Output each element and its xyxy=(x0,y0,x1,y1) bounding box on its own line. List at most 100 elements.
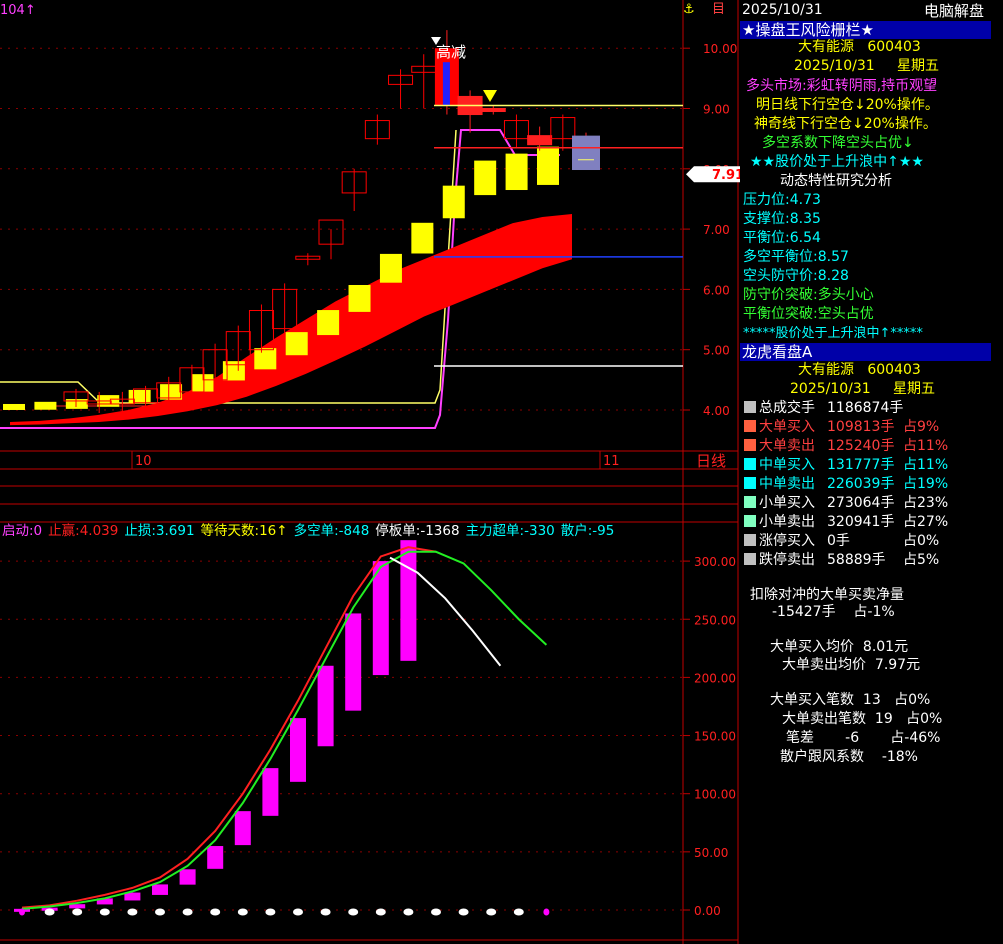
price-tick-label: 7.00 xyxy=(703,223,730,237)
indicator-tick-label: 50.00 xyxy=(694,846,728,860)
volume-pct: 占9% xyxy=(903,419,940,435)
indicator-dot xyxy=(210,908,221,916)
indicator-bar xyxy=(262,768,279,816)
volume-row: 总成交手 1186874手 xyxy=(740,399,990,418)
indicator-tick-label: 250.00 xyxy=(694,613,736,627)
indicator-dot xyxy=(72,908,83,916)
volume-value: 131777手 xyxy=(827,457,895,473)
legend-item: 主力超单:-330 xyxy=(466,523,555,539)
indicator-bar xyxy=(207,846,224,869)
legend-square-icon xyxy=(744,534,756,546)
indicator-dot xyxy=(265,908,276,916)
candle-inner xyxy=(442,62,450,106)
candle-body-current xyxy=(572,135,600,171)
volume-row: 小单卖出 320941手 占27% xyxy=(740,513,990,532)
indicator-bar xyxy=(152,884,168,895)
anchor-icon[interactable]: ⚓ xyxy=(683,2,695,17)
indicator-dot xyxy=(99,908,110,916)
stock-date: 2025/10/31 星期五 xyxy=(794,58,939,74)
trend-step xyxy=(348,284,371,312)
volume-label: 中单买入 xyxy=(759,457,815,473)
volume-row: 涨停买入 0手 占0% xyxy=(740,532,990,551)
volume-label: 总成交手 xyxy=(759,400,815,416)
volume-value: 0手 xyxy=(827,533,850,549)
balance-level: 平衡位:6.54 xyxy=(743,230,821,246)
indicator-tick-label: 100.00 xyxy=(694,788,736,802)
net-volume-value: -15427手 占-1% xyxy=(772,604,895,620)
indicator-chart[interactable]: 启动:0 止赢:4.039 止损:3.691 等待天数:16↑ 多空单:-848 停板单:… xyxy=(2,522,614,916)
indicator-bar xyxy=(317,665,334,747)
annotation-high-reduce: 高减 xyxy=(436,43,466,61)
risk-fence-header[interactable]: ★操盘王风险栅栏★ xyxy=(740,21,991,39)
volume-row: 小单买入 273064手 占23% xyxy=(740,494,990,513)
trend-step xyxy=(128,389,151,404)
volume-pct: 占19% xyxy=(903,476,949,492)
volume-label: 跌停卖出 xyxy=(759,552,815,568)
period-label[interactable]: 日线 xyxy=(696,452,726,470)
window-title: 电脑解盘 xyxy=(924,2,985,20)
long-short-balance: 多空平衡位:8.57 xyxy=(743,249,849,265)
indicator-dot xyxy=(127,908,138,916)
trend-step xyxy=(254,348,277,370)
indicator-bar xyxy=(400,540,417,661)
indicator-bar xyxy=(234,811,251,846)
legend-square-icon xyxy=(744,458,756,470)
legend-square-icon xyxy=(744,420,756,432)
legend-item: 散户:-95 xyxy=(561,522,615,539)
avg-sell-price: 大单卖出均价 7.97元 xyxy=(782,657,921,673)
volume-pct: 占23% xyxy=(903,495,949,511)
stock-code: 600403 xyxy=(867,39,921,55)
volume-row: 大单卖出 125240手 占11% xyxy=(740,437,990,456)
volume-label: 大单卖出 xyxy=(759,438,815,454)
yellow-triangle-marker xyxy=(483,90,497,102)
volume-label: 小单卖出 xyxy=(759,514,815,530)
wave-line: *****股价处于上升浪中↑***** xyxy=(743,326,923,341)
trend-step xyxy=(160,384,183,400)
trend-step xyxy=(379,253,402,283)
volume-row: 跌停卖出 58889手 占5% xyxy=(740,551,990,570)
legend-item: 多空单:-848 xyxy=(294,522,370,539)
candle-body xyxy=(527,135,553,146)
count-diff: 笔差 -6 占-46% xyxy=(786,730,941,746)
volume-value: 109813手 xyxy=(827,419,895,435)
signal-line-4: ★★股价处于上升浪中↑★★ xyxy=(750,154,924,170)
trend-step xyxy=(442,185,465,219)
scroll-icon[interactable]: 目 xyxy=(712,2,725,17)
trend-step xyxy=(537,146,559,185)
volume-pct: 占27% xyxy=(903,514,949,530)
indicator-bar xyxy=(290,718,306,782)
volume-value: 125240手 xyxy=(827,438,895,454)
trend-step xyxy=(474,160,497,196)
stock-name: 大有能源 600403 xyxy=(798,39,921,55)
support-level: 支撑位:8.35 xyxy=(743,211,821,227)
trend-step xyxy=(285,332,308,356)
chart-grid: 10.009.008.007.006.005.004.001011300.002… xyxy=(0,0,739,944)
balance-break: 平衡位突破:空头占优 xyxy=(743,306,874,322)
analysis-panel: 2025/10/31 电脑解盘 ★操盘王风险栅栏★ 大有能源 600403 20… xyxy=(740,0,1003,944)
trend-step xyxy=(191,374,214,392)
indicator-dot xyxy=(293,908,303,916)
legend-square-icon xyxy=(744,439,756,451)
indicator-tick-label: 0.00 xyxy=(694,904,721,918)
legend-item: 启动:0 xyxy=(2,523,42,539)
indicator-dot xyxy=(403,908,414,916)
legend-square-icon xyxy=(744,515,756,527)
dynamic-title: 动态特性研究分析 xyxy=(780,173,892,189)
indicator-legend: 启动:0 止赢:4.039 止损:3.691 等待天数:16↑ 多空单:-848 停板单:… xyxy=(2,522,614,539)
volume-label: 小单买入 xyxy=(759,495,815,511)
volume-pct: 占11% xyxy=(903,438,949,454)
short-guard-price: 空头防守价:8.28 xyxy=(743,268,849,284)
candle-body xyxy=(480,108,506,113)
indicator-dot xyxy=(348,908,359,916)
volume-label: 涨停买入 xyxy=(759,533,815,549)
indicator-green-line xyxy=(21,550,548,910)
price-tick-label: 5.00 xyxy=(703,344,730,358)
indicator-bar xyxy=(69,904,86,909)
indicator-dot xyxy=(155,908,165,916)
price-tick-label: 4.00 xyxy=(703,404,730,418)
dragon-tiger-header[interactable]: 龙虎看盘A xyxy=(740,343,991,361)
volume-pct: 占11% xyxy=(903,457,949,473)
indicator-dot xyxy=(44,908,55,916)
volume-value: 320941手 xyxy=(827,514,895,530)
signal-line-3: 多空系数下降空头占优↓ xyxy=(762,135,914,151)
